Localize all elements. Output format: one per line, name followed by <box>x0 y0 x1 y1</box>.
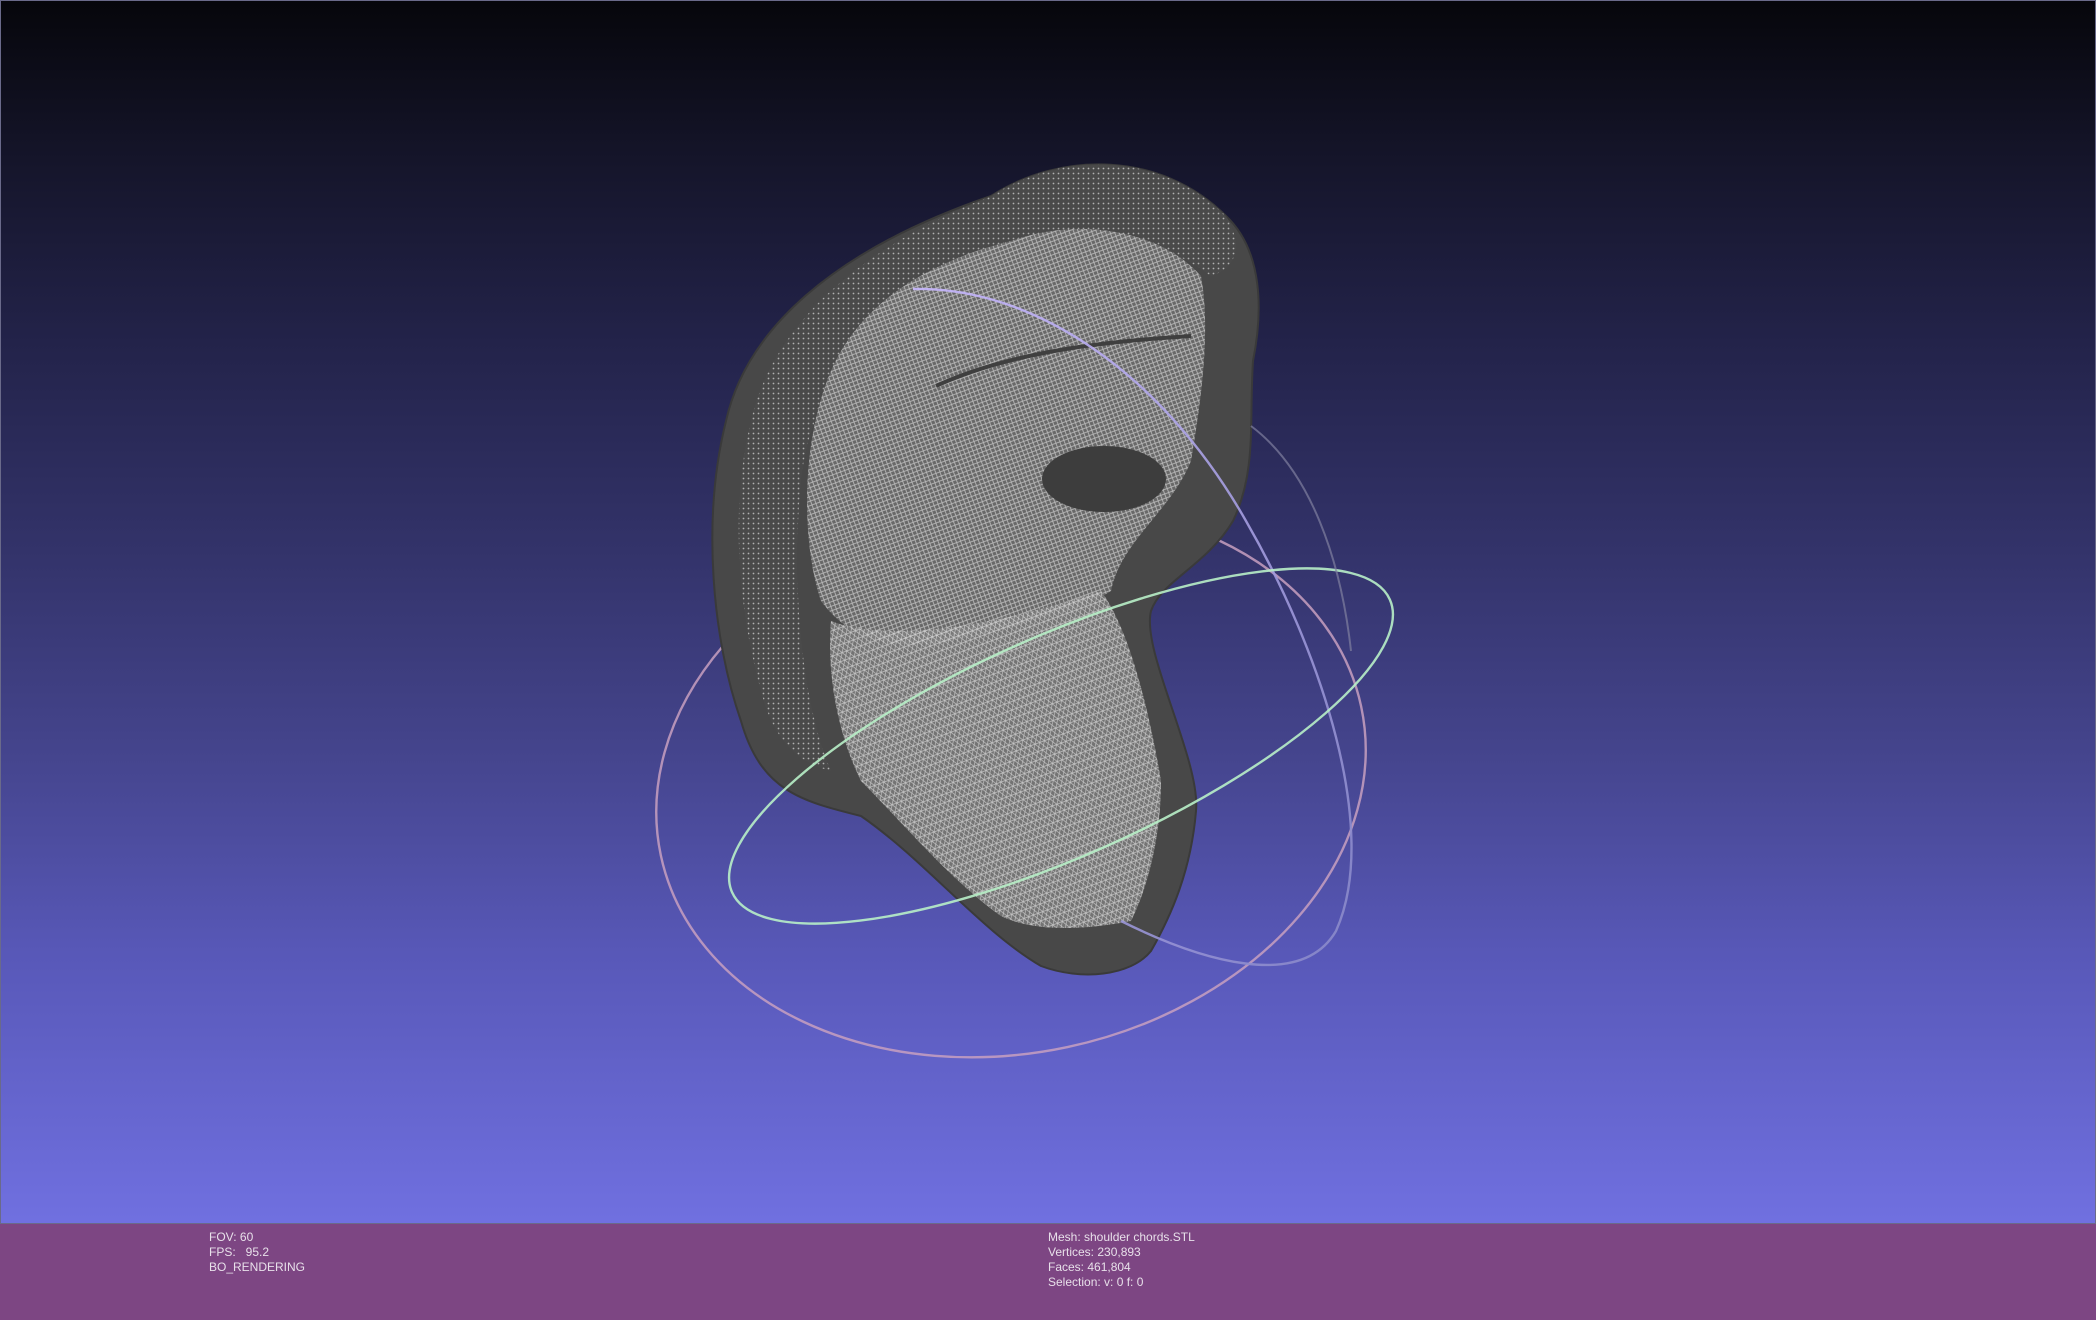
mesh-info: Mesh: shoulder chords.STL Vertices: 230,… <box>1048 1230 1195 1290</box>
mesh-hole <box>1042 446 1166 512</box>
render-info: FOV: 60 FPS: 95.2 BO_RENDERING <box>209 1230 305 1275</box>
fps-readout: FPS: 95.2 <box>209 1245 270 1259</box>
status-bar: FOV: 60 FPS: 95.2 BO_RENDERING Mesh: sho… <box>0 1224 2096 1320</box>
faces-readout: Faces: 461,804 <box>1048 1260 1131 1274</box>
vertices-readout: Vertices: 230,893 <box>1048 1245 1141 1259</box>
mesh-wireframe-lower <box>830 591 1161 928</box>
render-mode-readout: BO_RENDERING <box>209 1260 306 1274</box>
fov-readout: FOV: 60 <box>209 1230 254 1244</box>
mesh-name-readout: Mesh: shoulder chords.STL <box>1048 1230 1195 1244</box>
trackball-back-arc <box>1250 425 1352 652</box>
3d-viewport[interactable] <box>0 0 2096 1224</box>
scene-canvas[interactable] <box>1 1 2096 1224</box>
selection-readout: Selection: v: 0 f: 0 <box>1048 1275 1144 1289</box>
